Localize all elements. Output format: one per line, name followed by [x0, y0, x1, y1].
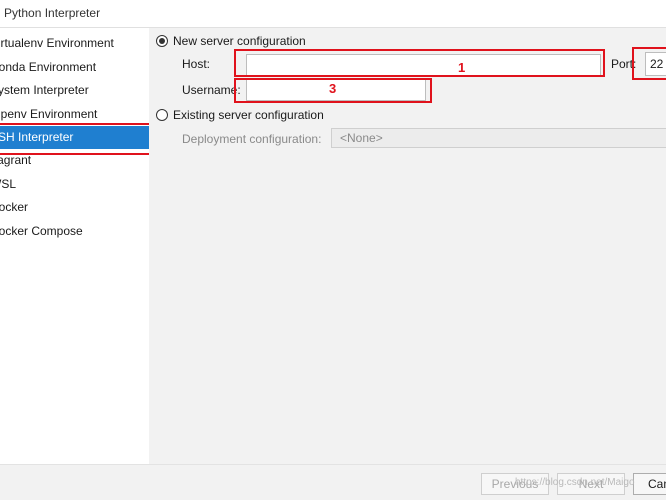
new-server-label: New server configuration — [173, 34, 306, 48]
port-label: Port: — [611, 57, 637, 71]
sidebar-item-label: Pipenv Environment — [0, 107, 98, 121]
deployment-select[interactable]: <None> — [331, 128, 666, 148]
sidebar-item-docker-compose[interactable]: Docker Compose — [0, 220, 149, 243]
sidebar-item-docker[interactable]: Docker — [0, 196, 149, 219]
annotation-number-1: 1 — [458, 60, 466, 75]
sidebar-item-ssh[interactable]: SSH Interpreter — [0, 126, 149, 149]
sidebar-item-label: Virtualenv Environment — [0, 36, 114, 50]
sidebar-item-wsl[interactable]: WSL — [0, 173, 149, 196]
sidebar-item-system[interactable]: System Interpreter — [0, 79, 149, 102]
sidebar-item-vagrant[interactable]: Vagrant — [0, 149, 149, 172]
main-panel: New server configuration Host: Port: 22 … — [149, 28, 666, 464]
title-bar: d Python Interpreter — [0, 0, 666, 28]
username-label: Username: — [182, 83, 241, 97]
sidebar-item-pipenv[interactable]: Pipenv Environment — [0, 103, 149, 126]
sidebar-item-label: SSH Interpreter — [0, 130, 74, 144]
new-server-option[interactable]: New server configuration — [156, 34, 306, 48]
deployment-label: Deployment configuration: — [182, 132, 322, 146]
sidebar-item-label: System Interpreter — [0, 83, 89, 97]
window-title: d Python Interpreter — [0, 6, 101, 20]
watermark: https://blog.csdn.net/Maigo — [515, 477, 635, 488]
existing-server-radio[interactable] — [156, 109, 168, 121]
cancel-button[interactable]: Can — [633, 473, 666, 495]
existing-server-label: Existing server configuration — [173, 108, 324, 122]
interpreter-type-list: Virtualenv Environment Conda Environment… — [0, 28, 149, 464]
sidebar-item-label: Docker Compose — [0, 224, 83, 238]
annotation-number-3: 3 — [329, 81, 337, 96]
host-input[interactable] — [246, 54, 601, 76]
new-server-radio[interactable] — [156, 35, 168, 47]
sidebar-item-label: Vagrant — [0, 153, 32, 167]
host-label: Host: — [182, 57, 211, 71]
sidebar-item-conda[interactable]: Conda Environment — [0, 56, 149, 79]
port-input[interactable]: 22 — [645, 52, 666, 76]
existing-server-option[interactable]: Existing server configuration — [156, 108, 324, 122]
sidebar-item-label: Conda Environment — [0, 60, 97, 74]
sidebar-item-virtualenv[interactable]: Virtualenv Environment — [0, 32, 149, 55]
sidebar-item-label: Docker — [0, 200, 29, 214]
sidebar-item-label: WSL — [0, 177, 17, 191]
